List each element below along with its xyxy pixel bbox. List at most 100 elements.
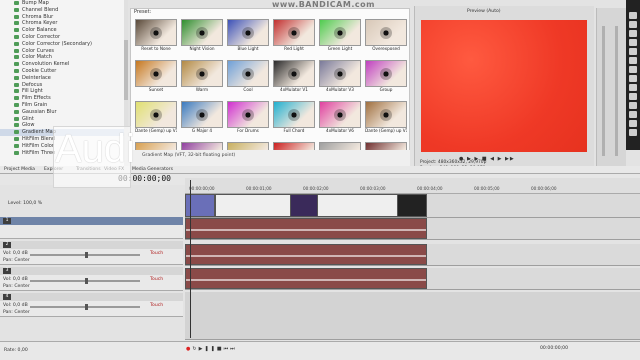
preset-thumbnail[interactable]	[273, 101, 315, 128]
audio-clip[interactable]	[185, 244, 427, 265]
fx-list-item[interactable]: Color Curves	[0, 48, 127, 55]
preview-title[interactable]: Preview (Auto)	[467, 9, 501, 14]
preset-item[interactable]: Red Light	[273, 19, 315, 52]
automation-mode[interactable]: Touch	[150, 277, 163, 282]
tab-project-media[interactable]: Project Media	[4, 166, 35, 173]
fx-list-item[interactable]: Deinterlace	[0, 75, 127, 82]
fx-list-item[interactable]: Defocus	[0, 82, 127, 89]
preset-thumbnail[interactable]	[319, 19, 361, 46]
preset-item[interactable]: Sunset	[135, 60, 177, 93]
toolbar-button[interactable]	[629, 93, 637, 100]
fx-list-item[interactable]: Color Corrector (Secondary)	[0, 41, 127, 48]
fx-list-item[interactable]: Gaussian Blur	[0, 109, 127, 116]
volume-slider[interactable]	[30, 278, 140, 284]
fx-list-item[interactable]: Glint	[0, 116, 127, 123]
preset-item[interactable]: Overexposed	[365, 19, 407, 52]
track-header-audio-2[interactable]: 3 Vol: 0,0 dB Pan: Center Touch	[0, 267, 183, 291]
preset-thumbnail[interactable]	[319, 60, 361, 87]
fx-list-item[interactable]: Cookie Cutter	[0, 68, 127, 75]
fx-list-item[interactable]: Chroma Keyer	[0, 20, 127, 27]
preset-thumbnail[interactable]	[135, 60, 177, 87]
volume-slider[interactable]	[30, 304, 140, 310]
slider-knob[interactable]	[85, 252, 88, 258]
preset-item[interactable]: For Drums	[227, 101, 269, 134]
fx-list-item[interactable]: Film Effects	[0, 95, 127, 102]
toolbar-button[interactable]	[629, 39, 637, 46]
preset-item[interactable]: Group	[365, 60, 407, 93]
preset-item[interactable]: Full Chord	[273, 101, 315, 134]
toolbar-button[interactable]	[629, 12, 637, 19]
preset-thumbnail[interactable]	[319, 101, 361, 128]
preset-thumbnail[interactable]	[181, 19, 223, 46]
stop-icon[interactable]: ■	[217, 346, 224, 352]
track-header-audio-3[interactable]: 4 Vol: 0,0 dB Pan: Center Touch	[0, 293, 183, 317]
preset-thumbnail[interactable]	[365, 60, 407, 87]
preset-item[interactable]: 4xMulator V1	[273, 60, 315, 93]
pause-icon[interactable]: ❚❚	[204, 346, 216, 352]
fx-list-item[interactable]: Color Match	[0, 54, 127, 61]
toolbar-button[interactable]	[629, 120, 637, 127]
volume-slider[interactable]	[30, 252, 140, 258]
audio-lane-2[interactable]	[185, 244, 640, 266]
fx-list-item[interactable]: Film Grain	[0, 102, 127, 109]
fx-list-item[interactable]: Fill Light	[0, 88, 127, 95]
video-clip-thumb[interactable]	[397, 194, 427, 217]
audio-lane-3[interactable]	[185, 268, 640, 290]
toolbar-button[interactable]	[629, 129, 637, 136]
playhead[interactable]	[190, 180, 191, 338]
preset-thumbnail[interactable]	[227, 19, 269, 46]
preset-item[interactable]: Warm	[181, 60, 223, 93]
preset-thumbnail[interactable]	[365, 19, 407, 46]
fx-list-item[interactable]: Channel Blend	[0, 7, 127, 14]
preset-item[interactable]: 4xMulator V6	[319, 101, 361, 134]
preset-thumbnail[interactable]	[135, 101, 177, 128]
video-clip[interactable]	[215, 194, 425, 217]
toolbar-button[interactable]	[629, 75, 637, 82]
preset-thumbnail[interactable]	[227, 60, 269, 87]
preset-item[interactable]: G Major 4	[181, 101, 223, 134]
go-end-icon[interactable]: ⏭	[230, 346, 237, 352]
tab-media-generators[interactable]: Media Generators	[132, 166, 173, 173]
preset-item[interactable]: Night Vision	[181, 19, 223, 52]
transport-controls[interactable]: ●↻▶❚❚■⏮⏭	[186, 346, 237, 352]
preset-thumbnail[interactable]	[227, 101, 269, 128]
scroll-thumb[interactable]	[124, 40, 128, 100]
automation-mode[interactable]: Touch	[150, 303, 163, 308]
preset-thumbnail[interactable]	[135, 19, 177, 46]
preset-item[interactable]: Cool	[227, 60, 269, 93]
audio-clip[interactable]	[185, 218, 427, 239]
preset-item[interactable]: Green Light	[319, 19, 361, 52]
slider-knob[interactable]	[85, 278, 88, 284]
fx-list-item[interactable]: Color Balance	[0, 27, 127, 34]
slider-knob[interactable]	[85, 304, 88, 310]
automation-mode[interactable]: Touch	[150, 251, 163, 256]
toolbar-button[interactable]	[629, 84, 637, 91]
toolbar-button[interactable]	[629, 21, 637, 28]
fx-list-item[interactable]: Bump Map	[0, 0, 127, 7]
track-header-audio-1[interactable]: 2 Vol: 0,0 dB Pan: Center Touch	[0, 241, 183, 265]
audio-clip[interactable]	[185, 268, 427, 289]
timeline-ruler[interactable]: 00:00:00;00 00:00:01;00 00:00:02;00 00:00:0…	[185, 178, 640, 194]
preset-thumbnail[interactable]	[181, 101, 223, 128]
toolbar-button[interactable]	[629, 48, 637, 55]
preset-item[interactable]: Blue Light	[227, 19, 269, 52]
preset-item[interactable]: Dante (Gemp) up V1	[135, 101, 177, 134]
video-clip-thumb[interactable]	[290, 194, 318, 217]
audio-lane-1[interactable]	[185, 218, 640, 240]
fx-list-item[interactable]: Convolution Kernel	[0, 61, 127, 68]
toolbar-button[interactable]	[629, 30, 637, 37]
track-header-video[interactable]: 1	[0, 217, 183, 239]
toolbar-button[interactable]	[629, 111, 637, 118]
toolbar-button[interactable]	[629, 66, 637, 73]
fx-list-item[interactable]: Chroma Blur	[0, 14, 127, 21]
preset-thumbnail[interactable]	[365, 101, 407, 128]
toolbar-button[interactable]	[629, 102, 637, 109]
fx-list-item[interactable]: Color Corrector	[0, 34, 127, 41]
preset-item[interactable]: Reset to None	[135, 19, 177, 52]
toolbar-button[interactable]	[629, 57, 637, 64]
preset-thumbnail[interactable]	[273, 19, 315, 46]
preset-item[interactable]: 4xMulator V3	[319, 60, 361, 93]
preset-item[interactable]: Dante (Gemp) up V1	[365, 101, 407, 134]
preset-thumbnail[interactable]	[181, 60, 223, 87]
preset-thumbnail[interactable]	[273, 60, 315, 87]
